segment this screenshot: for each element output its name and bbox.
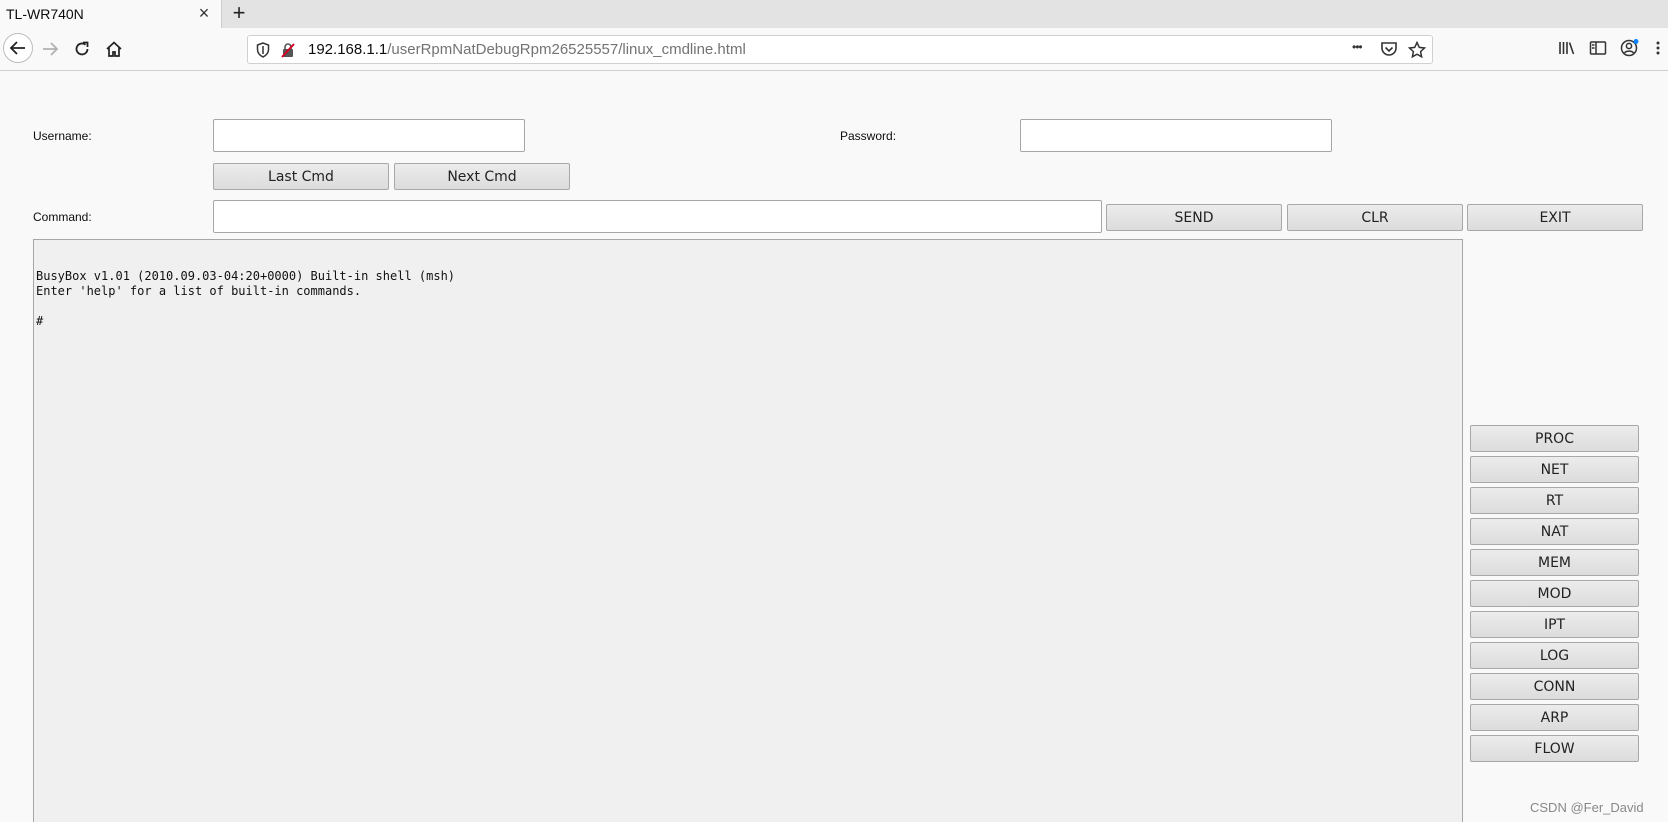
sidebar-icon[interactable] — [1587, 37, 1609, 59]
menu-icon[interactable] — [1652, 37, 1664, 59]
pocket-icon[interactable] — [1380, 41, 1398, 63]
account-icon[interactable] — [1619, 37, 1641, 59]
url-text[interactable]: 192.168.1.1/userRpmNatDebugRpm26525557/l… — [308, 41, 746, 58]
page-actions-icon[interactable]: ••• — [1352, 40, 1363, 54]
home-icon[interactable] — [101, 36, 127, 62]
command-label: Command: — [33, 210, 92, 224]
console-output[interactable]: BusyBox v1.01 (2010.09.03-04:20+0000) Bu… — [33, 239, 1463, 822]
reload-icon[interactable] — [69, 36, 95, 62]
net-button[interactable]: NET — [1470, 456, 1639, 483]
shield-icon[interactable] — [256, 42, 270, 63]
bookmark-star-icon[interactable] — [1407, 40, 1427, 64]
password-label: Password: — [840, 129, 897, 143]
send-button[interactable]: SEND — [1106, 204, 1282, 231]
command-input[interactable] — [213, 200, 1102, 233]
rt-button[interactable]: RT — [1470, 487, 1639, 514]
tab-title: TL-WR740N — [6, 6, 84, 22]
conn-button[interactable]: CONN — [1470, 673, 1639, 700]
exit-button[interactable]: EXIT — [1467, 204, 1643, 231]
flow-button[interactable]: FLOW — [1470, 735, 1639, 762]
library-icon[interactable] — [1556, 37, 1578, 59]
last-cmd-button[interactable]: Last Cmd — [213, 163, 389, 190]
clr-button[interactable]: CLR — [1287, 204, 1463, 231]
mod-button[interactable]: MOD — [1470, 580, 1639, 607]
username-label: Username: — [33, 129, 92, 143]
mem-button[interactable]: MEM — [1470, 549, 1639, 576]
new-tab-icon[interactable]: + — [227, 1, 251, 25]
url-path: /userRpmNatDebugRpm26525557/linux_cmdlin… — [387, 41, 746, 58]
forward-icon[interactable] — [37, 36, 63, 62]
ipt-button[interactable]: IPT — [1470, 611, 1639, 638]
url-bar[interactable]: 192.168.1.1/userRpmNatDebugRpm26525557/l… — [247, 35, 1433, 64]
proc-button[interactable]: PROC — [1470, 425, 1639, 452]
navigation-toolbar: 192.168.1.1/userRpmNatDebugRpm26525557/l… — [0, 28, 1668, 71]
arp-button[interactable]: ARP — [1470, 704, 1639, 731]
log-button[interactable]: LOG — [1470, 642, 1639, 669]
next-cmd-button[interactable]: Next Cmd — [394, 163, 570, 190]
watermark: CSDN @Fer_David — [1530, 800, 1644, 815]
back-icon[interactable] — [3, 33, 33, 63]
tab-bar: TL-WR740N × + — [0, 0, 1668, 28]
password-input[interactable] — [1020, 119, 1332, 152]
close-icon[interactable]: × — [195, 3, 213, 23]
url-host: 192.168.1.1 — [308, 41, 388, 58]
insecure-lock-icon[interactable] — [280, 42, 296, 63]
active-tab[interactable]: TL-WR740N × — [0, 0, 222, 28]
username-input[interactable] — [213, 119, 525, 152]
page-content: Username: Password: Last Cmd Next Cmd Co… — [0, 71, 1668, 822]
nat-button[interactable]: NAT — [1470, 518, 1639, 545]
